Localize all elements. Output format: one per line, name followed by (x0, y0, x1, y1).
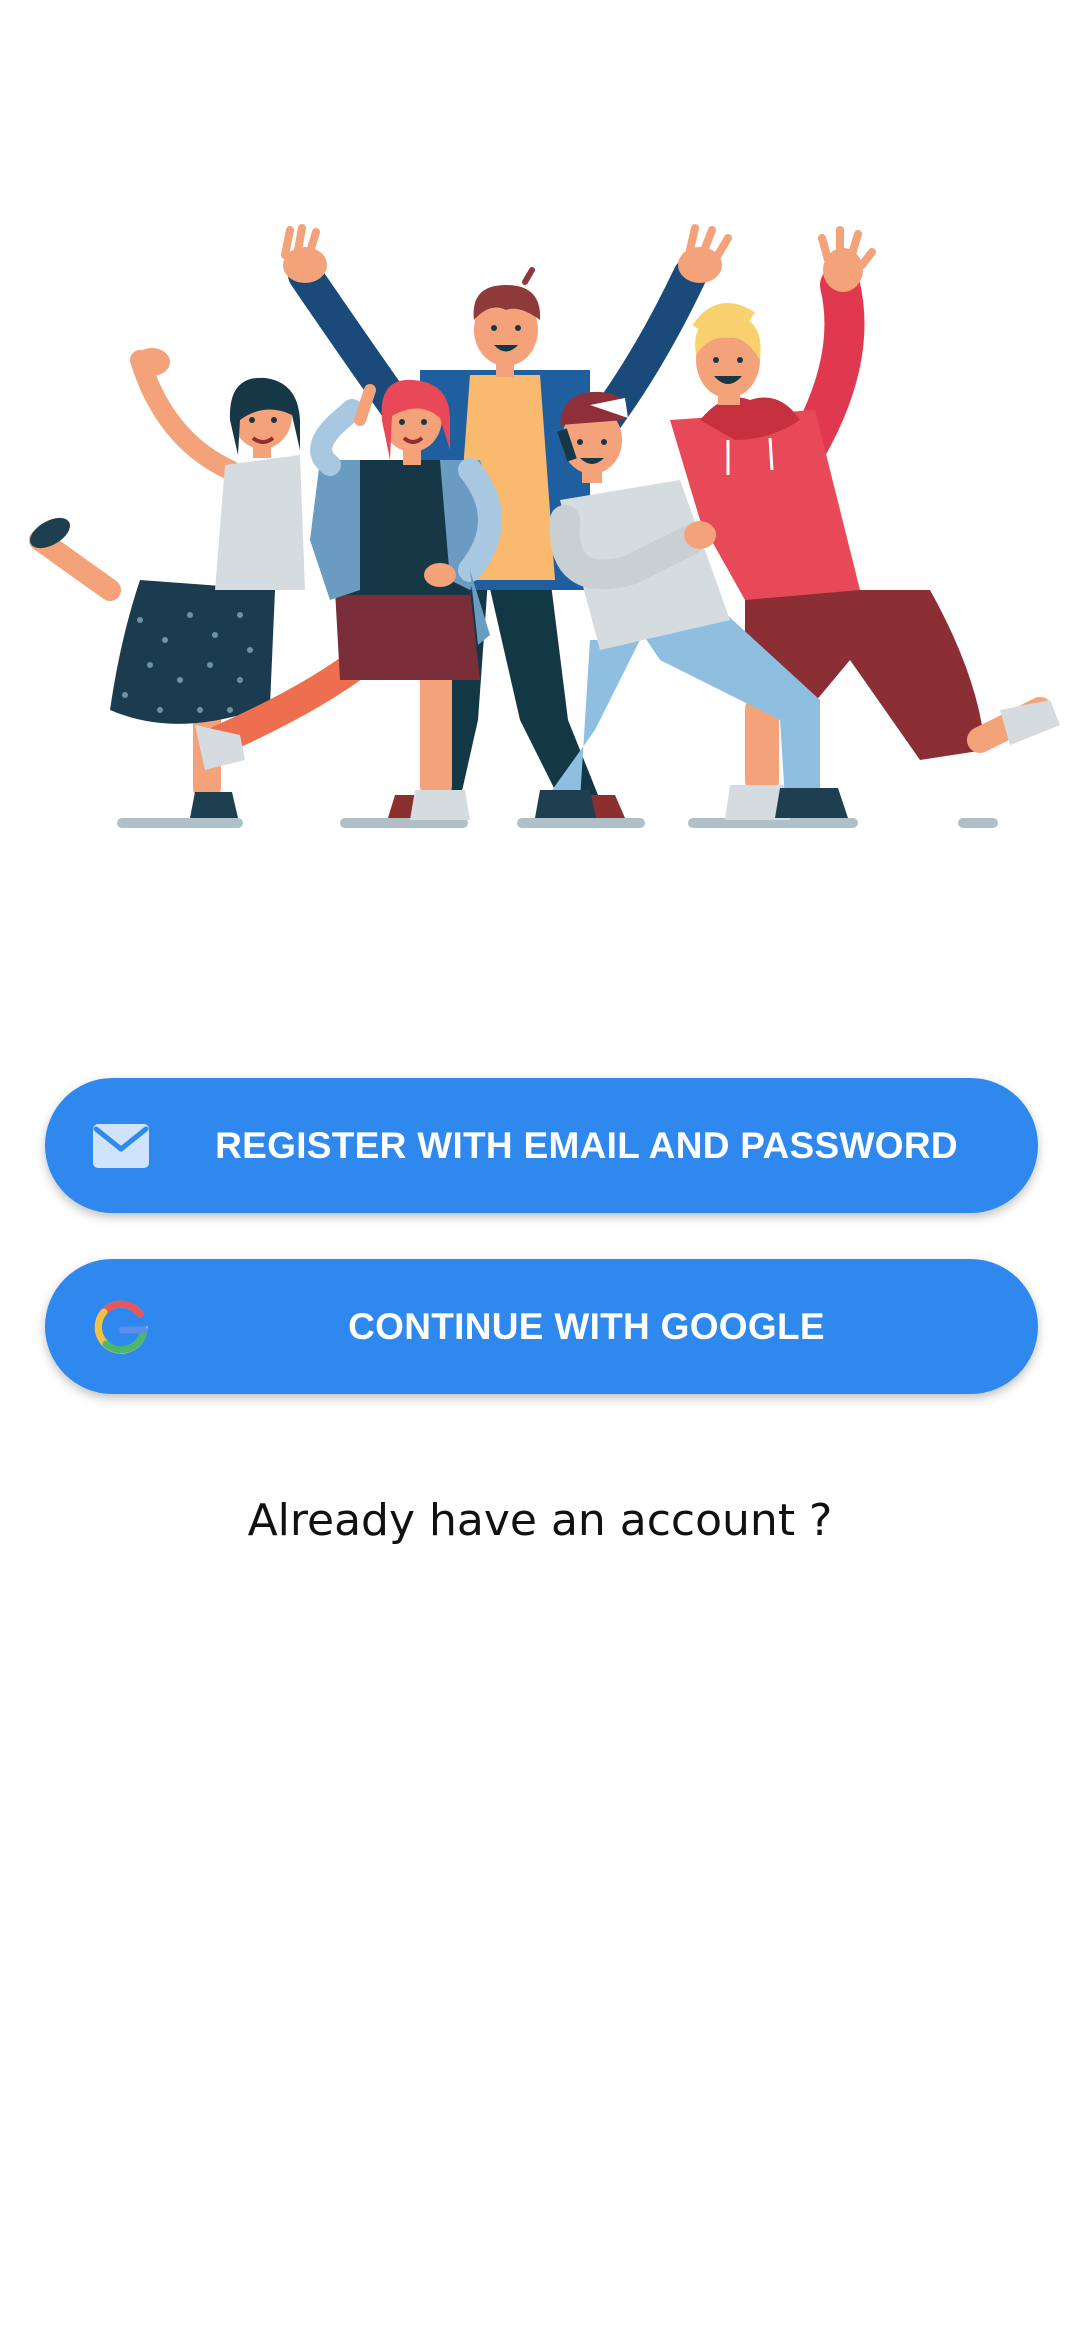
envelope-icon (90, 1115, 152, 1177)
continue-google-button[interactable]: CONTINUE WITH GOOGLE (45, 1259, 1038, 1394)
google-logo-icon (90, 1296, 152, 1358)
register-email-button[interactable]: REGISTER WITH EMAIL AND PASSWORD (45, 1078, 1038, 1213)
hero-illustration (0, 120, 1080, 840)
register-email-label: REGISTER WITH EMAIL AND PASSWORD (215, 1124, 958, 1166)
already-have-account-link[interactable]: Already have an account ? (0, 1495, 1080, 1546)
continue-google-label: CONTINUE WITH GOOGLE (348, 1305, 825, 1347)
